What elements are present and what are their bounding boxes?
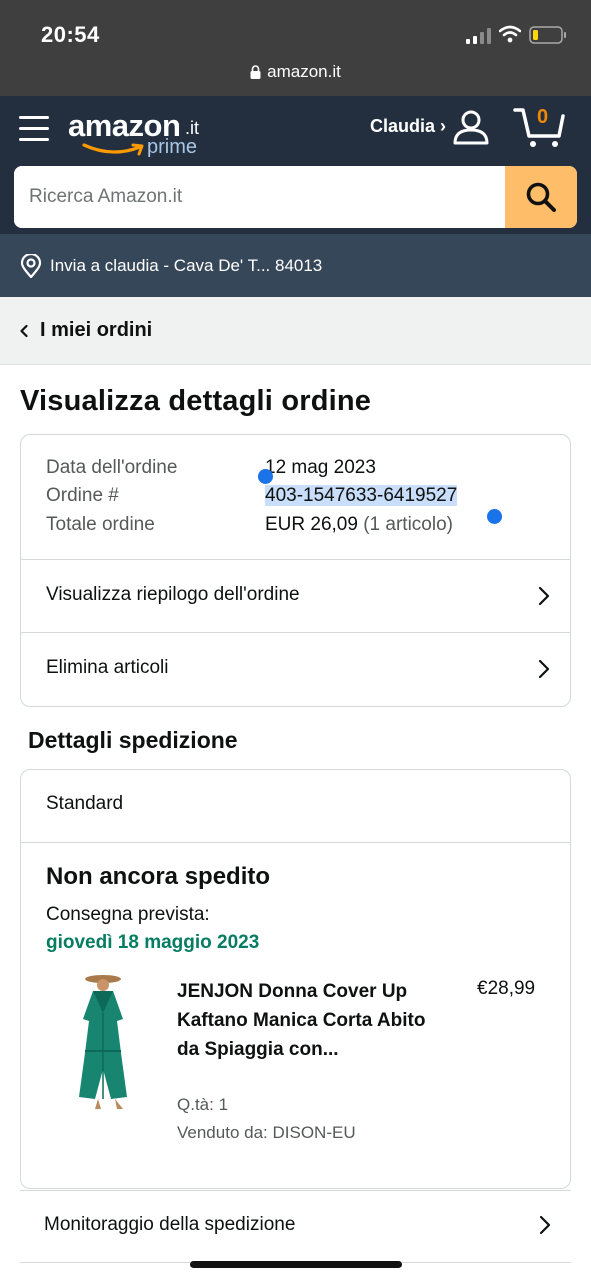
url-text: amazon.it bbox=[267, 62, 341, 81]
order-total-label: Totale ordine bbox=[46, 514, 155, 535]
order-total-items: (1 articolo) bbox=[363, 514, 453, 535]
search-button[interactable] bbox=[505, 166, 577, 228]
breadcrumb[interactable]: I miei ordini bbox=[0, 297, 591, 365]
cart-count: 0 bbox=[537, 106, 549, 128]
shipment-status: Non ancora spedito bbox=[46, 863, 271, 890]
battery-icon bbox=[529, 26, 566, 44]
search-icon bbox=[526, 182, 556, 212]
wifi-icon bbox=[499, 25, 521, 43]
product-title-link[interactable]: JENJON Donna Cover Up Kaftano Manica Cor… bbox=[177, 977, 437, 1064]
home-indicator[interactable] bbox=[190, 1261, 402, 1268]
address-bar[interactable]: amazon.it bbox=[0, 62, 591, 82]
lock-icon bbox=[250, 65, 261, 79]
order-info-card: Data dell'ordine 12 mag 2023 Ordine # 40… bbox=[20, 434, 571, 707]
deliver-to-text: Invia a claudia - Cava De' T... 84013 bbox=[50, 256, 323, 275]
shipping-type: Standard bbox=[46, 793, 124, 814]
menu-icon[interactable] bbox=[19, 116, 49, 142]
location-pin-icon bbox=[20, 254, 42, 278]
tracking-label: Monitoraggio della spedizione bbox=[44, 1214, 296, 1235]
eta-label: Consegna prevista: bbox=[46, 904, 210, 925]
order-summary-link[interactable]: Visualizza riepilogo dell'ordine bbox=[21, 560, 570, 633]
eta-date: giovedì 18 maggio 2023 bbox=[46, 932, 260, 953]
shipping-section-title: Dettagli spedizione bbox=[28, 727, 238, 753]
chevron-right-icon bbox=[539, 1215, 551, 1235]
site-header: amazon .it prime Claudia › 0 bbox=[0, 96, 591, 234]
order-number-label: Ordine # bbox=[46, 485, 119, 506]
order-number-selected: 403-1547633-6419527 bbox=[265, 485, 458, 506]
product-price: €28,99 bbox=[477, 978, 536, 999]
product-seller: Venduto da: DISON-EU bbox=[177, 1123, 356, 1142]
order-date-value: 12 mag 2023 bbox=[265, 457, 376, 478]
user-icon[interactable] bbox=[452, 108, 490, 146]
divider bbox=[21, 842, 570, 843]
cart-button[interactable]: 0 bbox=[513, 104, 567, 148]
logo-smile bbox=[82, 143, 144, 156]
order-summary-label: Visualizza riepilogo dell'ordine bbox=[46, 584, 300, 605]
product-quantity: Q.tà: 1 bbox=[177, 1095, 229, 1114]
account-link[interactable]: Claudia › bbox=[370, 116, 446, 137]
breadcrumb-label: I miei ordini bbox=[40, 319, 153, 341]
amazon-logo[interactable]: amazon .it prime bbox=[68, 108, 218, 162]
tracking-link[interactable]: Monitoraggio della spedizione bbox=[20, 1190, 571, 1263]
status-time: 20:54 bbox=[41, 22, 100, 47]
delete-items-label: Elimina articoli bbox=[46, 657, 169, 678]
signal-icon bbox=[466, 28, 491, 44]
product-image[interactable] bbox=[65, 973, 141, 1113]
selection-end-handle[interactable] bbox=[487, 509, 502, 524]
selection-start-handle[interactable] bbox=[258, 469, 273, 484]
order-total-amount: EUR 26,09 bbox=[265, 514, 358, 535]
delete-items-link[interactable]: Elimina articoli bbox=[21, 633, 570, 706]
chevron-left-icon bbox=[20, 324, 28, 338]
search-input[interactable] bbox=[14, 166, 505, 228]
order-number-value[interactable]: 403-1547633-6419527 bbox=[265, 485, 458, 507]
shipment-card: Standard Non ancora spedito Consegna pre… bbox=[20, 769, 571, 1189]
order-date-label: Data dell'ordine bbox=[46, 457, 178, 478]
logo-prime: prime bbox=[147, 136, 198, 158]
order-total-value: EUR 26,09 (1 articolo) bbox=[265, 514, 453, 536]
status-bar: 20:54 amazon.it bbox=[0, 0, 591, 96]
chevron-right-icon bbox=[538, 586, 550, 606]
search-bar bbox=[14, 166, 577, 228]
page-title: Visualizza dettagli ordine bbox=[20, 385, 372, 417]
deliver-to-bar[interactable]: Invia a claudia - Cava De' T... 84013 bbox=[0, 234, 591, 297]
chevron-right-icon bbox=[538, 659, 550, 679]
